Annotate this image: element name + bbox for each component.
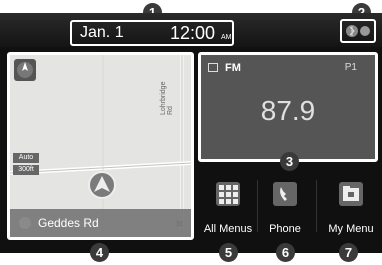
road-label: Lohrbridge Rd xyxy=(160,81,174,115)
compass-icon xyxy=(17,62,33,78)
scale-label: 300ft xyxy=(13,165,39,175)
callout-6: 6 xyxy=(276,243,295,262)
phone-status-icon xyxy=(360,26,370,36)
radio-widget[interactable]: FM P1 87.9 xyxy=(198,52,378,162)
all-menus-button[interactable]: All Menus xyxy=(203,175,253,235)
time-text: 12:00 xyxy=(170,23,216,43)
phone-label: Phone xyxy=(269,223,301,235)
compass-button[interactable] xyxy=(14,59,36,81)
callout-3: 3 xyxy=(280,152,299,171)
radio-frequency: 87.9 xyxy=(260,95,316,126)
callout-7: 7 xyxy=(339,243,358,262)
phone-icon xyxy=(273,182,297,206)
bluetooth-audio-icon xyxy=(346,25,358,37)
my-menu-label: My Menu xyxy=(328,223,374,235)
my-menu-button[interactable]: My Menu xyxy=(322,175,380,235)
current-street-bar: Geddes Rd xyxy=(10,209,191,237)
callout-5: 5 xyxy=(219,243,238,262)
ampm-text: AM xyxy=(221,34,232,41)
status-icons[interactable] xyxy=(340,19,376,43)
date-text: Jan. 1 xyxy=(80,24,124,41)
radio-band: FM xyxy=(225,62,241,74)
infotainment-screen: Jan. 1 12:00 AM Lohrbridge Rd Auto 300ft… xyxy=(0,13,382,253)
phone-button[interactable]: Phone xyxy=(260,175,310,235)
radio-icon xyxy=(208,63,218,72)
callout-4: 4 xyxy=(90,243,109,262)
street-marker-icon xyxy=(19,217,31,229)
map-view[interactable]: Lohrbridge Rd St Auto 300ft Geddes Rd xyxy=(7,52,194,240)
status-bar: Jan. 1 12:00 AM xyxy=(0,13,382,47)
radio-preset: P1 xyxy=(344,62,357,73)
all-menus-label: All Menus xyxy=(203,223,253,235)
auto-zoom-label: Auto xyxy=(13,153,39,163)
folder-icon xyxy=(339,182,363,206)
map-scale-control[interactable]: Auto 300ft xyxy=(13,153,39,175)
clock-display[interactable]: Jan. 1 12:00 AM xyxy=(70,20,234,46)
separator xyxy=(257,180,258,232)
current-street-name: Geddes Rd xyxy=(38,216,99,230)
grid-icon xyxy=(216,182,240,206)
separator xyxy=(316,180,317,232)
vehicle-position-icon xyxy=(88,171,116,199)
